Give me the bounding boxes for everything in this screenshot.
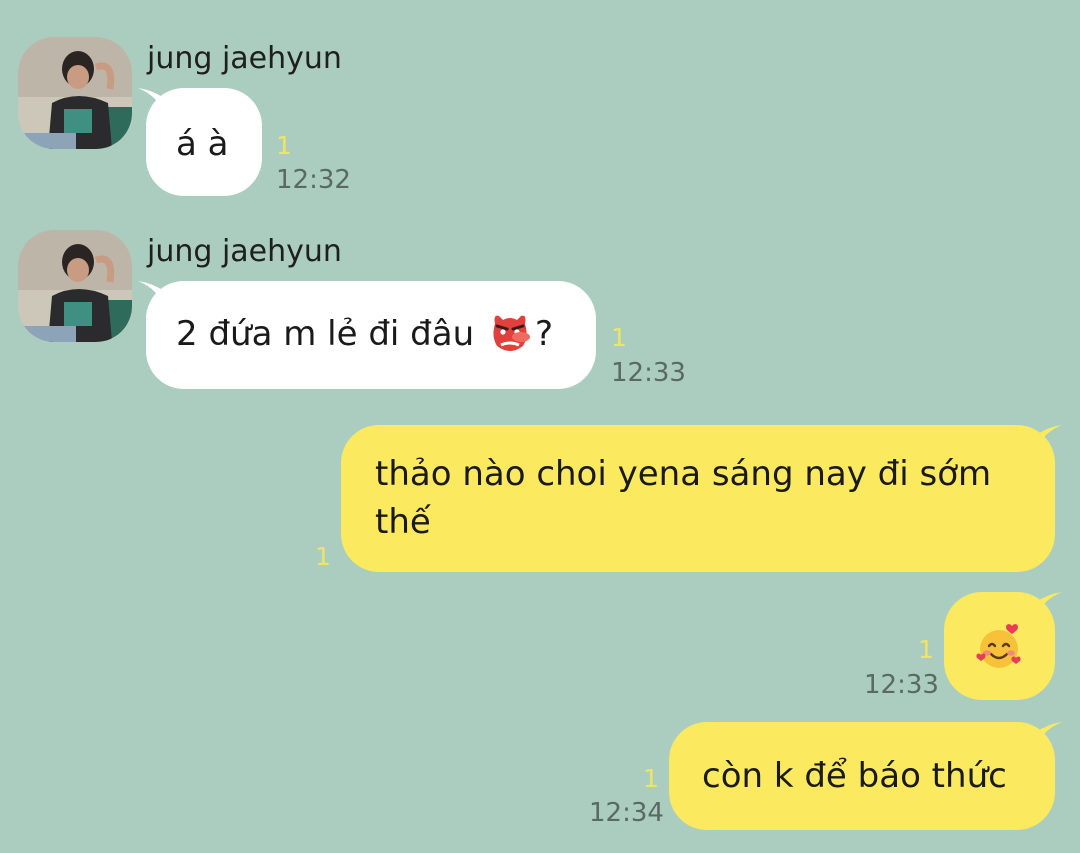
message-time: 12:33 — [611, 358, 686, 388]
message-time: 12:34 — [589, 798, 664, 828]
message-time: 12:32 — [276, 165, 351, 195]
unread-count: 1 — [315, 542, 331, 571]
message-text: 2 đứa m lẻ đi đâu — [176, 314, 475, 354]
sender-name: jung jaehyun — [147, 41, 342, 76]
message-text-suffix: ? — [534, 314, 553, 354]
message-text-line: thế — [375, 502, 431, 543]
avatar-photo — [18, 37, 132, 149]
sender-name: jung jaehyun — [147, 234, 342, 269]
bubble-tail — [1036, 425, 1062, 451]
message-text-line: thảo nào choi yena sáng nay đi sớm — [375, 454, 992, 494]
unread-count: 1 — [611, 323, 627, 352]
bubble-tail — [1036, 722, 1062, 748]
message-text: á à — [176, 124, 229, 164]
avatar-photo — [18, 230, 132, 342]
message-text: còn k để báo thức — [702, 756, 1007, 796]
bubble-tail — [1036, 592, 1062, 618]
unread-count: 1 — [643, 764, 659, 793]
goblin-mask-emoji — [493, 315, 530, 351]
message-bubble[interactable]: 2 đứa m lẻ đi đâu ? — [146, 281, 596, 389]
avatar[interactable] — [18, 37, 132, 149]
unread-count: 1 — [276, 131, 292, 160]
message-time: 12:33 — [864, 670, 939, 700]
message-bubble[interactable]: á à — [146, 88, 262, 196]
message-bubble[interactable]: thảo nào choi yena sáng nay đi sớm thế — [341, 425, 1055, 572]
smiling-face-with-hearts-emoji — [976, 624, 1021, 668]
avatar[interactable] — [18, 230, 132, 342]
unread-count: 1 — [918, 635, 934, 664]
message-bubble[interactable]: còn k để báo thức — [669, 722, 1055, 830]
